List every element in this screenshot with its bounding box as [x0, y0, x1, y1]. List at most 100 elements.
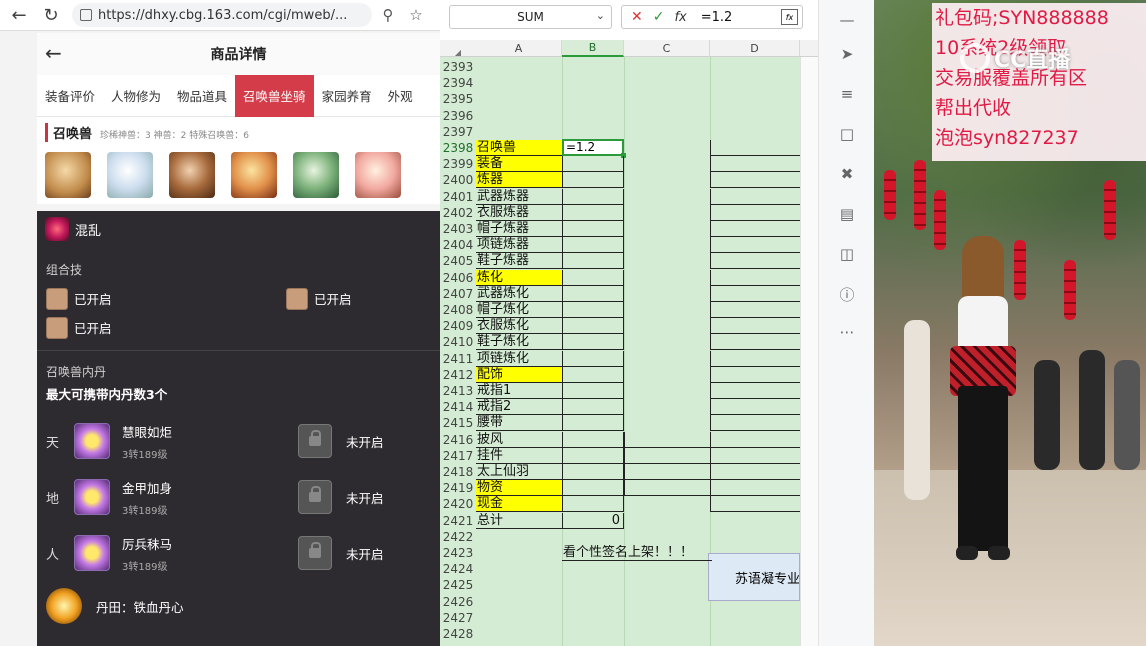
row-header[interactable]: 2401	[440, 188, 476, 205]
row-header[interactable]: 2417	[440, 447, 476, 464]
row-header[interactable]: 2413	[440, 383, 476, 399]
cell-c[interactable]	[624, 480, 710, 497]
vertical-scrollbar[interactable]	[800, 57, 818, 646]
row-header[interactable]: 2422	[440, 528, 476, 545]
tools-icon[interactable]: ✖	[837, 164, 857, 184]
cell-b[interactable]	[562, 431, 624, 448]
combo-item[interactable]: 已开启	[46, 313, 286, 342]
row-header[interactable]: 2419	[440, 480, 476, 497]
cell-b[interactable]: 0	[562, 512, 624, 529]
active-cell[interactable]: =1.2	[562, 139, 624, 156]
neidan-gem-icon[interactable]	[74, 423, 110, 459]
cell-b[interactable]	[562, 366, 624, 383]
address-bar[interactable]: https://dhxy.cbg.163.com/cgi/mweb/...	[72, 3, 372, 27]
cell-a[interactable]: 炼器	[476, 172, 562, 189]
zoom-icon[interactable]: ⚲	[376, 3, 400, 27]
row-header[interactable]: 2399	[440, 156, 476, 173]
cell-a[interactable]: 戒指2	[476, 399, 562, 416]
row-header[interactable]: 2414	[440, 399, 476, 416]
cell-c[interactable]	[624, 431, 710, 448]
cell-d[interactable]	[710, 399, 800, 416]
cell-b[interactable]	[562, 302, 624, 318]
tab-item[interactable]: 物品道具	[169, 75, 235, 117]
row-header[interactable]: 2393	[440, 59, 476, 75]
cell-a[interactable]: 物资	[476, 480, 562, 497]
cell-a[interactable]: 帽子炼化	[476, 302, 562, 318]
summon-avatar[interactable]	[169, 152, 215, 198]
column-header-c[interactable]: C	[624, 40, 710, 57]
row-header[interactable]: 2397	[440, 123, 476, 140]
cell-a[interactable]: 帽子炼器	[476, 221, 562, 237]
cell-a[interactable]: 戒指1	[476, 383, 562, 399]
row-header[interactable]: 2421	[440, 512, 476, 529]
back-arrow-icon[interactable]: ←	[6, 2, 32, 28]
cell-d[interactable]	[710, 302, 800, 318]
cell-d[interactable]	[710, 285, 800, 302]
cell-b[interactable]	[562, 399, 624, 416]
cell-b[interactable]	[562, 334, 624, 351]
cell-b[interactable]	[562, 253, 624, 270]
cell-a[interactable]: 鞋子炼器	[476, 253, 562, 270]
row-header[interactable]: 2410	[440, 334, 476, 351]
settings-sliders-icon[interactable]: ≡	[837, 84, 857, 104]
combo-item[interactable]: 已开启	[46, 284, 286, 313]
cell-b[interactable]	[562, 156, 624, 173]
cell-d[interactable]	[710, 496, 800, 513]
cell-a[interactable]: 现金	[476, 496, 562, 513]
minimize-icon[interactable]: —	[837, 10, 857, 30]
row-header[interactable]: 2423	[440, 545, 476, 561]
cell-b[interactable]	[562, 447, 624, 464]
row-header[interactable]: 2428	[440, 626, 476, 642]
chart-icon[interactable]: ▤	[837, 204, 857, 224]
cell-d[interactable]	[710, 447, 800, 464]
tab-item[interactable]: 人物修为	[103, 75, 169, 117]
neidan-gem-icon[interactable]	[74, 479, 110, 515]
cell-b[interactable]	[562, 285, 624, 302]
row-header[interactable]: 2395	[440, 91, 476, 108]
cell-b[interactable]	[562, 204, 624, 221]
cell-d[interactable]	[710, 188, 800, 205]
summon-avatar[interactable]	[293, 152, 339, 198]
row-header[interactable]: 2394	[440, 75, 476, 92]
cell-d[interactable]	[710, 237, 800, 254]
cell-b[interactable]	[562, 269, 624, 286]
cell-a[interactable]: 衣服炼化	[476, 318, 562, 335]
summon-avatar[interactable]	[45, 152, 91, 198]
row-header[interactable]: 2415	[440, 415, 476, 432]
summon-avatar[interactable]	[355, 152, 401, 198]
column-header-a[interactable]: A	[476, 40, 562, 57]
summon-avatar[interactable]	[231, 152, 277, 198]
cell-d[interactable]	[710, 269, 800, 286]
cell-c[interactable]	[624, 464, 710, 480]
cell-b[interactable]	[562, 237, 624, 254]
tab-item[interactable]: 装备评价	[37, 75, 103, 117]
confirm-check-icon[interactable]: ✓	[653, 9, 665, 25]
d-column-textbox[interactable]: 苏语凝专业	[708, 553, 800, 601]
row-header[interactable]: 2407	[440, 285, 476, 302]
cell-a[interactable]: 武器炼器	[476, 189, 562, 205]
row-header[interactable]: 2404	[440, 237, 476, 254]
fx-icon[interactable]: fx	[674, 10, 686, 25]
row-header[interactable]: 2408	[440, 302, 476, 318]
cell-d[interactable]	[710, 204, 800, 221]
cell-a[interactable]: 鞋子炼化	[476, 334, 562, 351]
cell-a[interactable]: 项链炼化	[476, 351, 562, 367]
cell-d[interactable]	[710, 221, 800, 237]
cell-b[interactable]	[562, 188, 624, 205]
cell-b[interactable]	[562, 464, 624, 480]
cell-d[interactable]	[710, 480, 800, 497]
name-box[interactable]: SUM ⌄	[449, 5, 612, 29]
star-icon[interactable]: ☆	[404, 3, 428, 27]
cell-b[interactable]	[562, 350, 624, 367]
row-header[interactable]: 2403	[440, 221, 476, 237]
cell-d[interactable]	[710, 350, 800, 367]
page-back-icon[interactable]: ←	[45, 41, 62, 65]
cell-a[interactable]: 项链炼器	[476, 237, 562, 254]
cell-b[interactable]	[562, 318, 624, 335]
cell-d[interactable]	[710, 464, 800, 480]
cell-d[interactable]	[710, 318, 800, 335]
cell-d[interactable]	[710, 383, 800, 399]
summon-avatar[interactable]	[107, 152, 153, 198]
cell-b[interactable]	[562, 480, 624, 497]
cell-d[interactable]	[710, 415, 800, 432]
